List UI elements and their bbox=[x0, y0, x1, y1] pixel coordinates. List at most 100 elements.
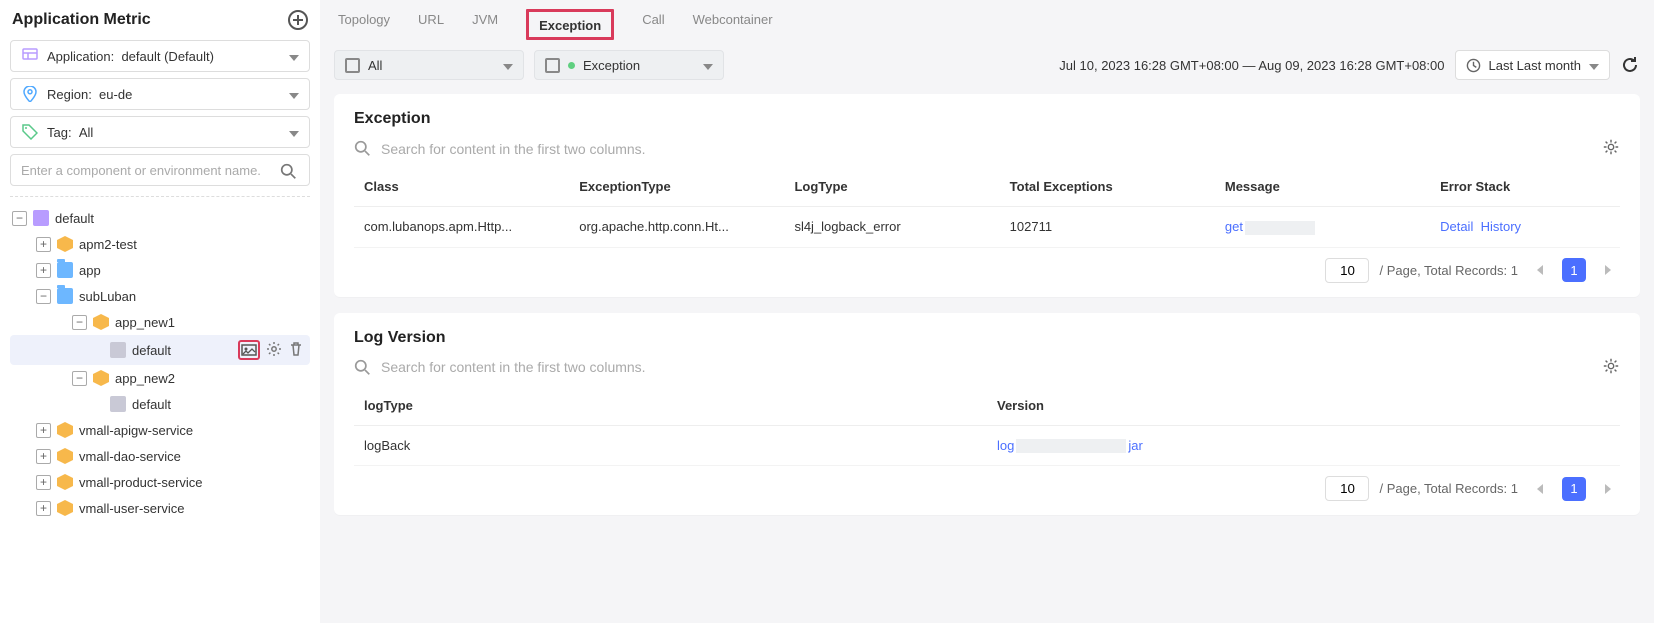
tree-label: subLuban bbox=[79, 289, 136, 304]
settings-button[interactable] bbox=[1602, 138, 1620, 159]
chevron-left-icon bbox=[1537, 265, 1543, 275]
clock-icon bbox=[1466, 58, 1481, 73]
expand-icon[interactable]: + bbox=[36, 263, 51, 278]
type-icon bbox=[545, 58, 560, 73]
tree-node-vmall-product[interactable]: + vmall-product-service bbox=[10, 469, 310, 495]
toolbar: All Exception Jul 10, 2023 16:28 GMT+08:… bbox=[334, 50, 1640, 80]
tree-node-app[interactable]: + app bbox=[10, 257, 310, 283]
message-link[interactable]: get bbox=[1225, 219, 1243, 234]
collapse-icon[interactable]: − bbox=[36, 289, 51, 304]
application-label: Application: default (Default) bbox=[47, 49, 214, 64]
cell-message: get bbox=[1215, 207, 1430, 248]
exception-search-input[interactable] bbox=[381, 141, 1592, 157]
type-picker[interactable]: Exception bbox=[534, 50, 724, 80]
search-icon[interactable] bbox=[354, 140, 371, 157]
grid-icon bbox=[21, 47, 39, 65]
pager-next[interactable] bbox=[1596, 477, 1620, 501]
tier-picker[interactable]: All bbox=[334, 50, 524, 80]
tree-node-vmall-dao[interactable]: + vmall-dao-service bbox=[10, 443, 310, 469]
tree-node-appnew1-default[interactable]: default bbox=[10, 335, 310, 365]
tree-node-appnew1[interactable]: − app_new1 bbox=[10, 309, 310, 335]
collapse-icon[interactable]: − bbox=[12, 211, 27, 226]
page-size-input[interactable] bbox=[1325, 476, 1369, 501]
expand-icon[interactable]: + bbox=[36, 475, 51, 490]
tree-node-default[interactable]: − default bbox=[10, 205, 310, 231]
detail-link[interactable]: Detail bbox=[1440, 219, 1473, 234]
tab-webcontainer[interactable]: Webcontainer bbox=[693, 12, 773, 40]
view-topology-button[interactable] bbox=[238, 340, 260, 360]
th-totalexceptions: Total Exceptions bbox=[1000, 167, 1215, 207]
sidebar: Application Metric Application: default … bbox=[0, 0, 320, 623]
tab-topology[interactable]: Topology bbox=[338, 12, 390, 40]
search-icon[interactable] bbox=[280, 163, 297, 183]
app-tree: − default + apm2-test + app bbox=[10, 205, 310, 521]
add-app-icon[interactable] bbox=[288, 10, 308, 30]
pager-next[interactable] bbox=[1596, 258, 1620, 282]
chevron-down-icon bbox=[1589, 58, 1599, 73]
delete-button[interactable] bbox=[288, 341, 304, 360]
main: Topology URL JVM Exception Call Webconta… bbox=[320, 0, 1654, 623]
cell-totalexceptions[interactable]: 102711 bbox=[1000, 207, 1215, 248]
version-link-prefix[interactable]: log bbox=[997, 438, 1014, 453]
table-header-row: logType Version bbox=[354, 386, 1620, 426]
time-range-label: Jul 10, 2023 16:28 GMT+08:00 — Aug 09, 2… bbox=[1059, 58, 1444, 73]
chevron-down-icon bbox=[703, 58, 713, 73]
cell-logtype: logBack bbox=[354, 425, 987, 466]
cell-logtype: sl4j_logback_error bbox=[784, 207, 999, 248]
history-link[interactable]: History bbox=[1481, 219, 1521, 234]
refresh-button[interactable] bbox=[1620, 55, 1640, 75]
divider bbox=[10, 196, 310, 197]
collapse-icon[interactable]: − bbox=[72, 315, 87, 330]
cube-icon bbox=[57, 500, 73, 516]
exception-pager: / Page, Total Records: 1 1 bbox=[354, 248, 1620, 287]
expand-icon[interactable]: + bbox=[36, 423, 51, 438]
th-errorstack: Error Stack bbox=[1430, 167, 1620, 207]
pager-page-1[interactable]: 1 bbox=[1562, 258, 1586, 282]
settings-button[interactable] bbox=[266, 341, 282, 360]
application-selector[interactable]: Application: default (Default) bbox=[10, 40, 310, 72]
tab-exception[interactable]: Exception bbox=[526, 9, 614, 40]
logversion-panel-title: Log Version bbox=[354, 329, 1620, 347]
tab-url[interactable]: URL bbox=[418, 12, 444, 40]
tree-node-appnew2[interactable]: − app_new2 bbox=[10, 365, 310, 391]
tag-selector[interactable]: Tag: All bbox=[10, 116, 310, 148]
collapse-icon[interactable]: − bbox=[72, 371, 87, 386]
region-label: Region: eu-de bbox=[47, 87, 132, 102]
tab-call[interactable]: Call bbox=[642, 12, 664, 40]
chevron-down-icon bbox=[289, 49, 299, 64]
period-label: Last Last month bbox=[1489, 58, 1582, 73]
expand-icon[interactable]: + bbox=[36, 449, 51, 464]
expand-icon[interactable]: + bbox=[36, 237, 51, 252]
page-size-input[interactable] bbox=[1325, 258, 1369, 283]
component-search[interactable] bbox=[10, 154, 310, 186]
chevron-right-icon bbox=[1605, 484, 1611, 494]
table-row: logBack log jar bbox=[354, 425, 1620, 466]
tree-node-vmall-apigw[interactable]: + vmall-apigw-service bbox=[10, 417, 310, 443]
search-icon[interactable] bbox=[354, 359, 371, 376]
pager-prev[interactable] bbox=[1528, 477, 1552, 501]
tree-node-appnew2-default[interactable]: default bbox=[10, 391, 310, 417]
region-selector[interactable]: Region: eu-de bbox=[10, 78, 310, 110]
th-logtype: LogType bbox=[784, 167, 999, 207]
tree-label: vmall-dao-service bbox=[79, 449, 181, 464]
env-icon bbox=[110, 342, 126, 358]
version-link-suffix[interactable]: jar bbox=[1128, 438, 1142, 453]
tree-label: default bbox=[132, 397, 171, 412]
expand-icon[interactable]: + bbox=[36, 501, 51, 516]
pager-prev[interactable] bbox=[1528, 258, 1552, 282]
cell-version: log jar bbox=[987, 425, 1620, 466]
tree-label: app_new1 bbox=[115, 315, 175, 330]
tier-picker-label: All bbox=[368, 58, 382, 73]
tabs: Topology URL JVM Exception Call Webconta… bbox=[334, 0, 1640, 40]
tree-node-vmall-user[interactable]: + vmall-user-service bbox=[10, 495, 310, 521]
env-icon bbox=[110, 396, 126, 412]
tree-node-subluban[interactable]: − subLuban bbox=[10, 283, 310, 309]
tree-node-apm2-test[interactable]: + apm2-test bbox=[10, 231, 310, 257]
logversion-search-input[interactable] bbox=[381, 359, 1592, 375]
pager-page-1[interactable]: 1 bbox=[1562, 477, 1586, 501]
settings-button[interactable] bbox=[1602, 357, 1620, 378]
component-search-input[interactable] bbox=[21, 163, 299, 178]
period-picker[interactable]: Last Last month bbox=[1455, 50, 1611, 80]
cube-icon bbox=[93, 370, 109, 386]
tab-jvm[interactable]: JVM bbox=[472, 12, 498, 40]
